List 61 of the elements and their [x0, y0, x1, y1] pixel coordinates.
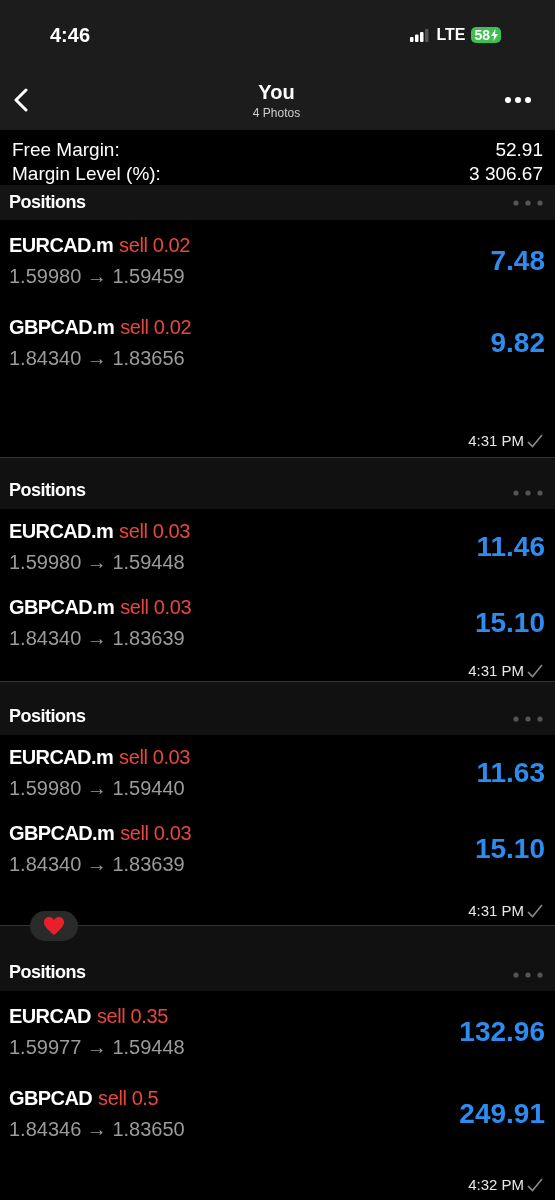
check-icon [527, 663, 543, 678]
trade-type: sell 0.03 [119, 520, 190, 543]
field-value: 3 306.67 [469, 163, 543, 185]
price-change: 1.59980 → 1.59440 [9, 777, 186, 800]
field-label: Free Margin: [12, 139, 120, 161]
trade-type: sell 0.35 [96, 1005, 168, 1028]
trade-type: sell 0.02 [120, 316, 192, 339]
battery-indicator: 58 [471, 27, 501, 43]
profit-value: 249.91 [459, 1098, 545, 1130]
profit-value: 11.46 [476, 531, 545, 563]
field-label: Margin Level (%): [12, 163, 161, 185]
symbol-label: GBPCAD.m [9, 596, 115, 619]
price-change: 1.59977 → 1.59448 [9, 1036, 185, 1059]
check-icon [527, 1177, 543, 1192]
more-icon [513, 490, 543, 496]
symbol-label: EURCAD.m [9, 520, 114, 543]
profit-value: 11.63 [476, 757, 545, 789]
price-change: 1.84340 → 1.83639 [9, 627, 186, 650]
price-change: 1.84340 → 1.83639 [9, 853, 186, 876]
symbol-label: EURCAD.m [9, 746, 114, 769]
message-time: 4:32 PM [468, 1176, 524, 1193]
chat-title: You [258, 80, 295, 104]
trade-type: sell 0.03 [120, 822, 192, 845]
section-title: Positions [9, 706, 86, 727]
photo-count: 4 Photos [252, 105, 301, 120]
trade-type: sell 0.5 [98, 1087, 159, 1110]
profit-value: 7.48 [490, 245, 545, 277]
price-change: 1.84340 → 1.83656 [9, 347, 186, 370]
profit-value: 15.10 [474, 607, 545, 639]
check-icon [527, 433, 543, 448]
profit-value: 9.82 [490, 327, 545, 359]
profit-value: 132.96 [459, 1016, 545, 1048]
price-change: 1.59980 → 1.59459 [9, 265, 186, 288]
price-change: 1.84346 → 1.83650 [9, 1118, 185, 1141]
symbol-label: GBPCAD.m [9, 316, 115, 339]
more-icon [513, 199, 543, 206]
section-title: Positions [9, 480, 86, 501]
network-label: LTE [436, 26, 466, 44]
trade-type: sell 0.03 [119, 746, 190, 769]
trade-type: sell 0.03 [120, 596, 192, 619]
section-title: Positions [9, 192, 86, 213]
message-time: 4:31 PM [468, 432, 524, 449]
symbol-label: EURCAD.m [9, 234, 114, 257]
symbol-label: EURCAD [9, 1005, 91, 1028]
field-value: 52.91 [495, 139, 543, 161]
clock-time: 4:46 [50, 23, 91, 47]
more-icon [513, 972, 543, 978]
trade-type: sell 0.02 [119, 234, 190, 257]
profit-value: 15.10 [474, 833, 545, 865]
message-time: 4:31 PM [468, 902, 524, 919]
check-icon [527, 903, 543, 918]
symbol-label: GBPCAD.m [9, 822, 115, 845]
signal-icon [410, 28, 431, 42]
more-icon [513, 716, 543, 722]
symbol-label: GBPCAD [9, 1087, 93, 1110]
message-time: 4:31 PM [468, 662, 524, 679]
more-icon [505, 97, 531, 103]
heart-icon [43, 916, 65, 936]
back-icon [14, 88, 28, 112]
price-change: 1.59980 → 1.59448 [9, 551, 186, 574]
section-title: Positions [9, 962, 86, 983]
